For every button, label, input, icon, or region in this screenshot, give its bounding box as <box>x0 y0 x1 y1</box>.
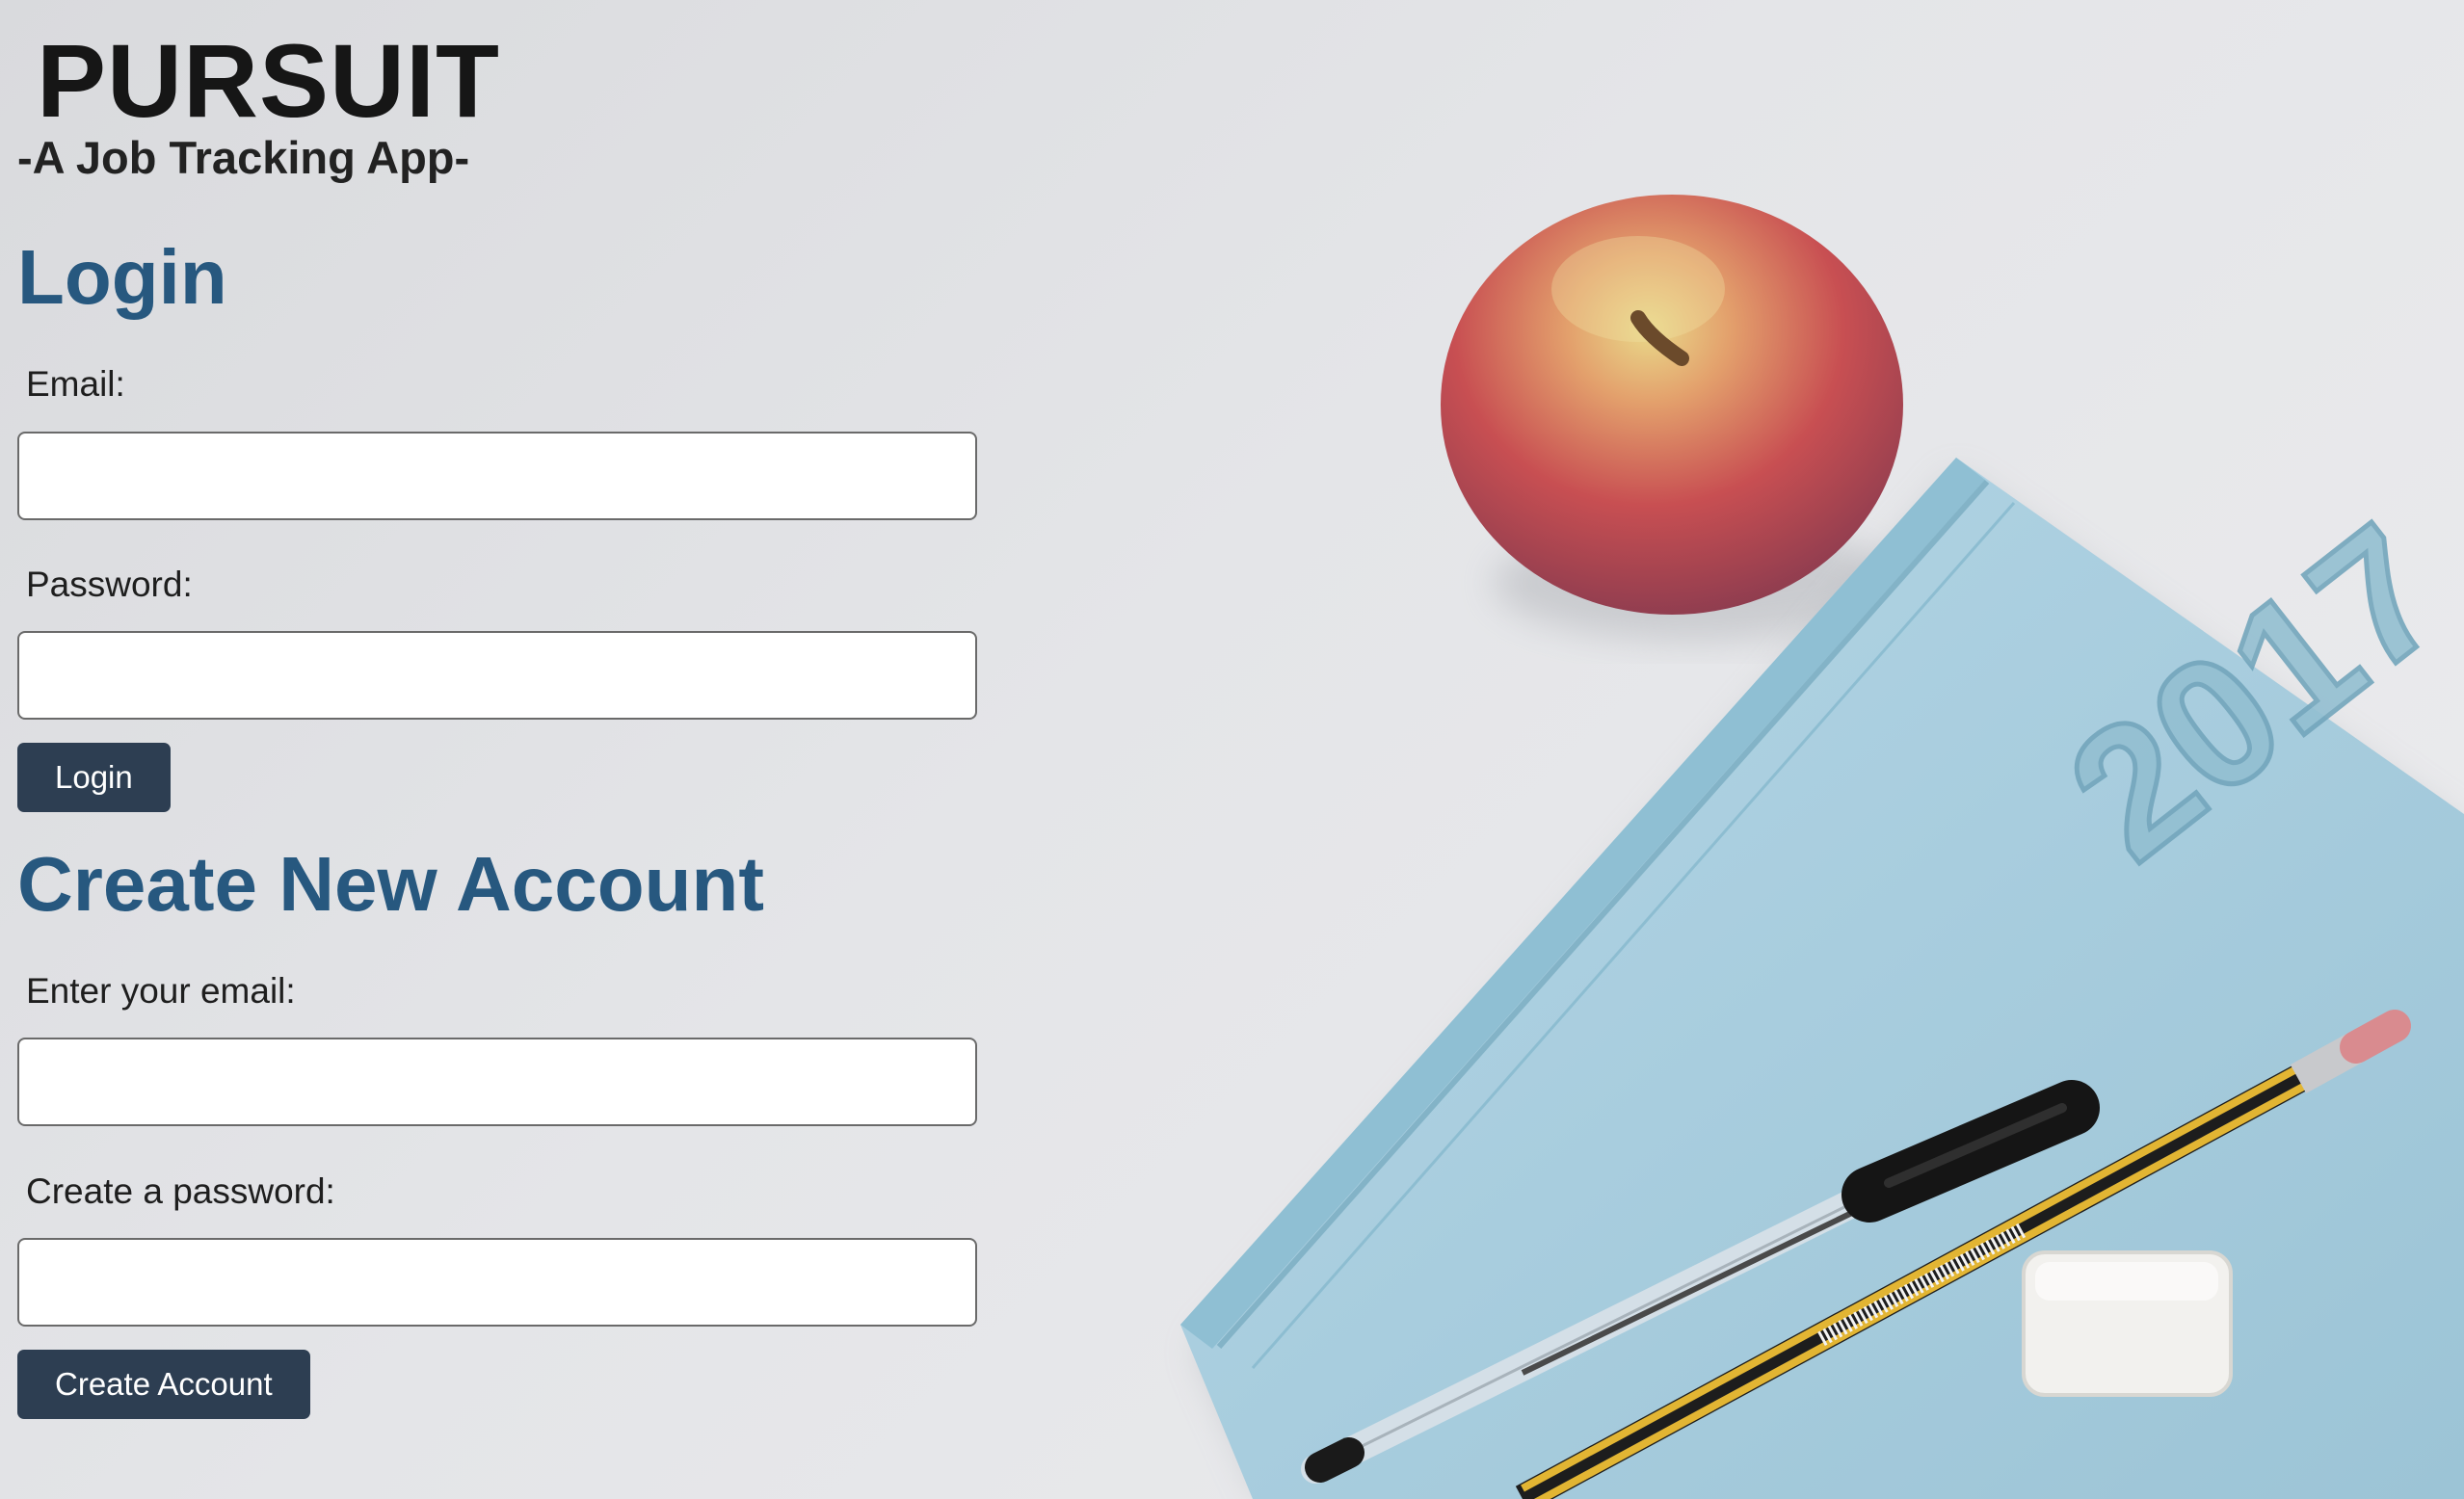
signup-email-input[interactable] <box>17 1038 977 1126</box>
create-account-button[interactable]: Create Account <box>17 1350 310 1419</box>
login-heading: Login <box>17 234 227 320</box>
login-password-input[interactable] <box>17 631 977 720</box>
signup-email-label: Enter your email: <box>26 971 296 1011</box>
login-password-label: Password: <box>26 565 193 604</box>
app-title: PURSUIT <box>37 22 501 139</box>
app-subtitle: -A Job Tracking App- <box>17 132 470 183</box>
login-email-input[interactable] <box>17 432 977 520</box>
eraser-icon <box>2022 1250 2233 1397</box>
apple-icon <box>1441 195 1903 615</box>
create-account-heading: Create New Account <box>17 841 764 927</box>
login-email-label: Email: <box>26 364 125 404</box>
login-button[interactable]: Login <box>17 743 171 812</box>
signup-password-input[interactable] <box>17 1238 977 1327</box>
signup-password-label: Create a password: <box>26 1171 335 1211</box>
